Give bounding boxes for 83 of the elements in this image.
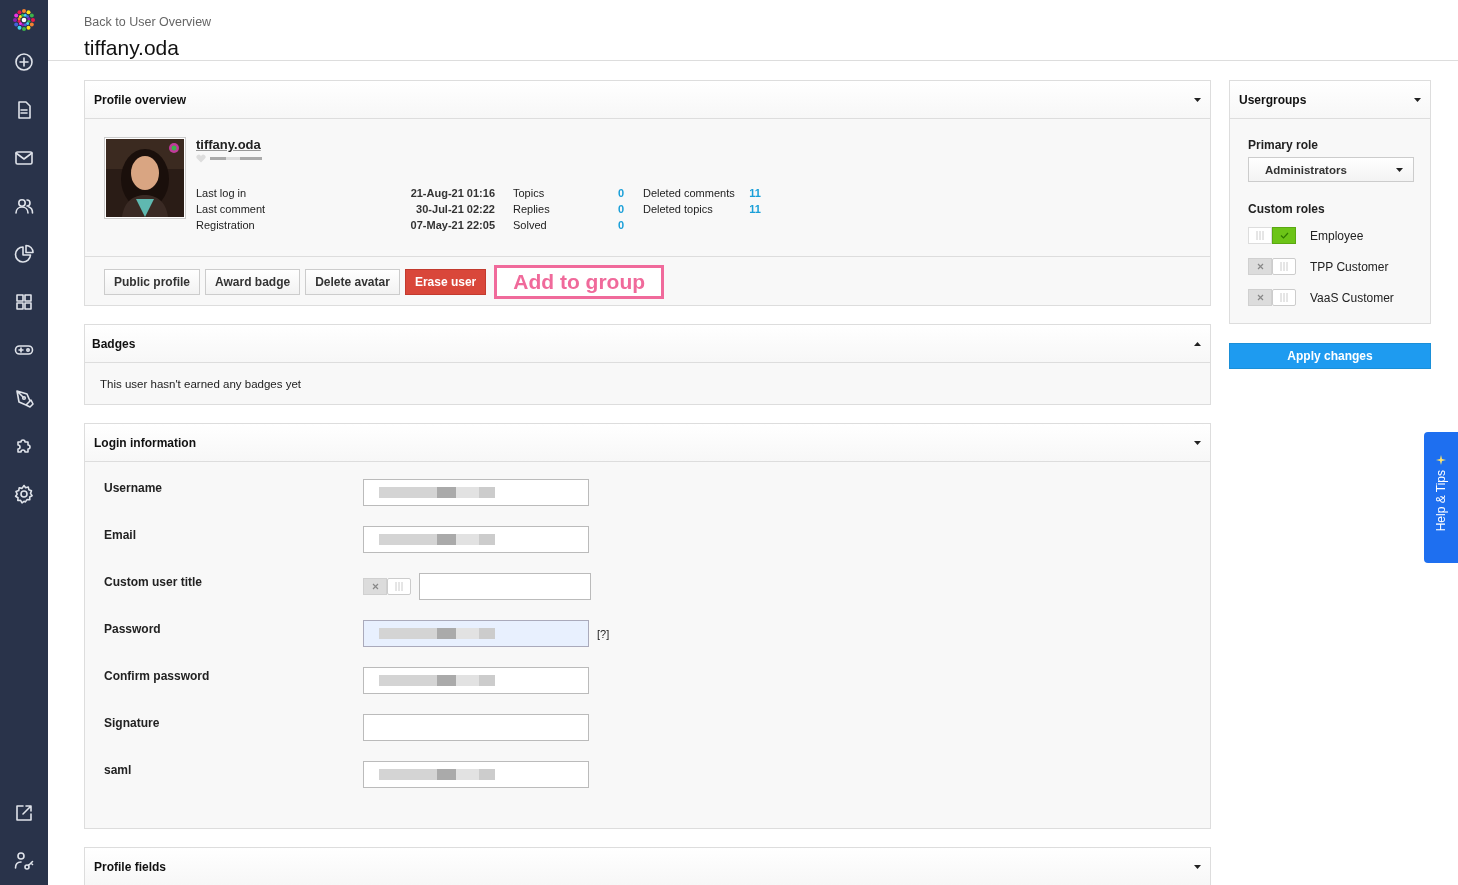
stat-count: 0 xyxy=(616,218,624,233)
role-label: Employee xyxy=(1310,228,1364,243)
caret-icon xyxy=(1396,166,1403,173)
username-link[interactable]: tiffany.oda xyxy=(196,137,761,152)
grip-icon xyxy=(395,582,403,591)
action-button[interactable]: Delete avatar xyxy=(305,269,400,295)
input-field[interactable] xyxy=(363,667,589,694)
pen-icon[interactable] xyxy=(14,388,34,408)
field-label: saml xyxy=(104,762,133,777)
field-label: Signature xyxy=(104,715,161,730)
toggle-switch[interactable] xyxy=(1248,289,1296,306)
panel-title: Profile overview xyxy=(94,92,187,107)
settings-icon[interactable] xyxy=(14,484,34,504)
external-link-icon[interactable] xyxy=(14,803,34,823)
close-icon xyxy=(1256,294,1264,301)
stat-count: 11 xyxy=(748,202,761,217)
dropdown-value: Administrators xyxy=(1265,163,1347,176)
section-label: Custom roles xyxy=(1248,202,1326,216)
logo-icon[interactable] xyxy=(10,6,38,34)
stat-value: 21-Aug-21 01:16 xyxy=(409,186,495,201)
stat-label: Deleted comments xyxy=(643,186,736,201)
panel-header[interactable]: Badges xyxy=(85,325,1210,363)
puzzle-icon[interactable] xyxy=(14,436,34,456)
input-field[interactable] xyxy=(419,573,591,600)
section-label: Primary role xyxy=(1248,138,1320,152)
stat-label: Last log in xyxy=(196,186,248,201)
sparkle-icon xyxy=(1435,454,1447,466)
stat-count: 11 xyxy=(748,186,761,201)
field-label: Email xyxy=(104,527,137,542)
grip-icon xyxy=(1256,231,1264,240)
role-dropdown[interactable]: Administrators xyxy=(1248,157,1414,182)
panel-header[interactable]: Login information xyxy=(85,424,1210,462)
erase-button[interactable]: Erase user xyxy=(404,269,487,295)
field-label: Password xyxy=(104,621,162,636)
panel-title: Usergroups xyxy=(1239,92,1307,107)
stat-label: Solved xyxy=(513,218,548,233)
panel-header[interactable]: Usergroups xyxy=(1230,81,1430,119)
stat-label: Deleted topics xyxy=(643,202,714,217)
close-icon xyxy=(1256,263,1264,270)
check-icon xyxy=(1279,232,1289,239)
field-label: Username xyxy=(104,480,164,495)
back-link[interactable]: Back to User Overview xyxy=(84,15,212,29)
stat-label: Replies xyxy=(513,202,551,217)
pie-chart-icon[interactable] xyxy=(14,244,34,264)
action-button[interactable]: Award badge xyxy=(205,269,301,295)
panel-title: Badges xyxy=(92,336,136,351)
mail-icon[interactable] xyxy=(14,148,34,168)
input-field[interactable] xyxy=(363,526,589,553)
action-button[interactable]: Public profile xyxy=(104,269,200,295)
close-icon xyxy=(371,583,379,590)
toggle-switch[interactable] xyxy=(363,578,411,595)
input-field[interactable] xyxy=(363,714,589,741)
toggle-switch[interactable] xyxy=(1248,227,1296,244)
empty-message: This user hasn't earned any badges yet xyxy=(100,378,301,390)
field-label: Confirm password xyxy=(104,668,211,683)
progress-rule xyxy=(210,157,262,160)
stat-label: Topics xyxy=(513,186,546,201)
plus-circle-icon[interactable] xyxy=(14,52,34,72)
grip-icon xyxy=(1280,293,1288,302)
field-label: Custom user title xyxy=(104,574,203,589)
stat-value: 07-May-21 22:05 xyxy=(409,218,495,233)
panel-title: Profile fields xyxy=(94,859,167,874)
stat-label: Last comment xyxy=(196,202,267,217)
user-key-icon[interactable] xyxy=(14,851,34,871)
stat-count: 0 xyxy=(616,186,624,201)
page-title: tiffany.oda xyxy=(84,36,180,60)
grid-icon[interactable] xyxy=(14,292,34,312)
role-label: VaaS Customer xyxy=(1310,290,1394,305)
stat-label: Registration xyxy=(196,218,256,233)
stat-value: 30-Jul-21 02:22 xyxy=(415,202,495,217)
toggle-switch[interactable] xyxy=(1248,258,1296,275)
panel-header[interactable]: Profile overview xyxy=(85,81,1210,119)
grip-icon xyxy=(1280,262,1288,271)
stat-count: 0 xyxy=(616,202,624,217)
input-field[interactable] xyxy=(363,761,589,788)
input-field[interactable] xyxy=(363,479,589,506)
input-field[interactable] xyxy=(363,620,589,647)
users-icon[interactable] xyxy=(14,196,34,216)
help-link[interactable]: [?] xyxy=(597,628,610,640)
role-label: TPP Customer xyxy=(1310,259,1389,274)
heart-icon xyxy=(196,154,206,163)
help-tab[interactable]: Help & Tips xyxy=(1424,432,1458,563)
panel-title: Login information xyxy=(94,435,196,450)
